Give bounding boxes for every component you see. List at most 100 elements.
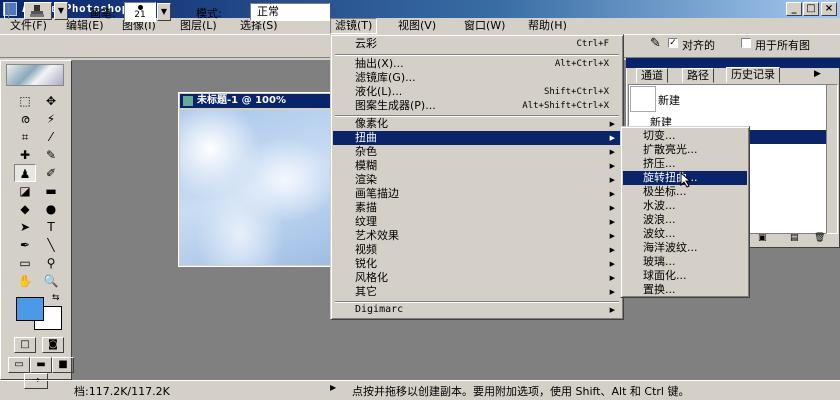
menu-item-video[interactable]: 视频 ▶ — [333, 243, 621, 257]
menu-item-blur[interactable]: 模糊 ▶ — [333, 159, 621, 173]
notes-icon[interactable]: ▭ — [14, 254, 36, 272]
submenu-item-spherize[interactable]: 球面化... — [623, 269, 747, 283]
menu-item-pattern-maker[interactable]: 图案生成器(P)... Alt+Shift+Ctrl+X — [333, 99, 621, 113]
brush-size: 21 — [134, 10, 146, 20]
submenu-item-displace[interactable]: 置换... — [623, 283, 747, 297]
menu-item-extract[interactable]: 抽出(X)... Alt+Ctrl+X — [333, 57, 621, 71]
foreground-swatch[interactable] — [16, 297, 44, 321]
brush-picker[interactable]: 21 — [124, 2, 156, 22]
submenu-item-pinch[interactable]: 挤压... — [623, 157, 747, 171]
mouse-cursor-icon — [680, 171, 692, 192]
tab-history[interactable]: 历史记录 — [726, 67, 780, 83]
menu-item-distort[interactable]: 扭曲 ▶ — [333, 131, 621, 145]
status-menu-arrow-icon[interactable]: ▶ — [330, 383, 336, 392]
new-snapshot-icon[interactable]: ▣ — [758, 233, 767, 243]
minimize-button[interactable]: _ — [786, 2, 802, 16]
pen-icon[interactable]: ✒ — [14, 236, 36, 254]
menu-item-label: 模糊 — [355, 159, 377, 172]
slice-icon[interactable]: ⁄ — [40, 128, 62, 146]
aligned-checkbox[interactable]: ✓ — [668, 38, 678, 48]
menu-item-sketch[interactable]: 素描 ▶ — [333, 201, 621, 215]
marquee-icon[interactable]: ⬚ — [14, 92, 36, 110]
distort-submenu: 切变... 扩散亮光... 挤压... 旋转扭曲... 极坐标... 水波...… — [620, 126, 750, 298]
menu-separator — [335, 54, 619, 56]
crop-icon[interactable]: ⌗ — [14, 128, 36, 146]
submenu-item-label: 扩散亮光... — [643, 143, 698, 156]
menu-view[interactable]: 视图(V) — [394, 18, 440, 34]
status-document-size[interactable]: 档:117.2K/117.2K — [74, 383, 170, 399]
menu-item-label: 艺术效果 — [355, 229, 399, 242]
trash-icon[interactable]: 🗑 — [814, 233, 825, 243]
submenu-item-ocean-ripple[interactable]: 海洋波纹... — [623, 241, 747, 255]
menu-item-texture[interactable]: 纹理 ▶ — [333, 215, 621, 229]
brush-dropdown[interactable]: ▼ — [157, 3, 171, 21]
brush-icon[interactable]: ✎ — [40, 146, 62, 164]
history-brush-icon[interactable]: ✐ — [40, 164, 62, 182]
options-grip[interactable] — [4, 3, 9, 19]
line-icon[interactable]: ╲ — [40, 236, 62, 254]
dodge-icon[interactable]: ● — [40, 200, 62, 218]
mode-select[interactable]: 正常 — [250, 3, 330, 21]
menu-item-shortcut: Ctrl+F — [576, 39, 609, 49]
menu-item-clouds[interactable]: 云彩 Ctrl+F — [333, 37, 621, 51]
menu-item-noise[interactable]: 杂色 ▶ — [333, 145, 621, 159]
menu-item-sharpen[interactable]: 锐化 ▶ — [333, 257, 621, 271]
gradient-icon[interactable]: ▬ — [40, 182, 62, 200]
submenu-item-shear[interactable]: 切变... — [623, 129, 747, 143]
submenu-item-zigzag[interactable]: 水波... — [623, 199, 747, 213]
blur-icon[interactable]: ◆ — [14, 200, 36, 218]
path-select-icon[interactable]: ➤ — [14, 218, 36, 236]
screen-mode-standard-icon[interactable]: ▭ — [8, 357, 30, 373]
type-icon[interactable]: T — [40, 218, 62, 236]
menu-item-liquify[interactable]: 液化(L)... Shift+Ctrl+X — [333, 85, 621, 99]
menu-item-label: 渲染 — [355, 173, 377, 186]
lasso-icon[interactable]: ര — [14, 110, 36, 128]
eraser-icon[interactable]: ◪ — [14, 182, 36, 200]
swap-colors-icon[interactable]: ⇆ — [52, 293, 60, 303]
menu-window[interactable]: 窗口(W) — [460, 18, 509, 34]
document-title-bar[interactable]: 未标题-1 @ 100% — [180, 94, 346, 108]
magic-wand-icon[interactable]: ⚡ — [40, 110, 62, 128]
menu-item-label: 杂色 — [355, 145, 377, 158]
hand-icon[interactable]: ✋ — [14, 272, 36, 290]
maximize-button[interactable]: □ — [803, 2, 819, 16]
quick-mask-icon[interactable]: ◙ — [42, 337, 64, 353]
menu-item-pixelate[interactable]: 像素化 ▶ — [333, 117, 621, 131]
move-icon[interactable]: ✥ — [40, 92, 62, 110]
panel-menu-icon[interactable]: ▶ — [814, 69, 821, 79]
close-button[interactable]: × — [821, 2, 837, 16]
healing-brush-icon[interactable]: ✚ — [14, 146, 36, 164]
all-layers-checkbox[interactable] — [741, 38, 751, 48]
menu-item-brush-strokes[interactable]: 画笔描边 ▶ — [333, 187, 621, 201]
screen-mode-full-icon[interactable]: ▬ — [30, 357, 52, 373]
menu-item-render[interactable]: 渲染 ▶ — [333, 173, 621, 187]
history-scrollbar[interactable] — [826, 84, 838, 234]
canvas-clouds[interactable] — [180, 110, 330, 265]
clone-stamp-tool-preset-icon[interactable] — [24, 2, 52, 20]
snapshot-thumbnail[interactable] — [630, 86, 656, 112]
submenu-arrow-icon: ▶ — [609, 176, 615, 184]
tab-channels[interactable]: 通道 — [636, 68, 668, 83]
menu-item-filter-gallery[interactable]: 滤镜库(G)... — [333, 71, 621, 85]
new-document-icon[interactable]: ▤ — [790, 233, 799, 243]
submenu-item-wave[interactable]: 波浪... — [623, 213, 747, 227]
status-hint: 点按并拖移以创建副本。要用附加选项，使用 Shift、Alt 和 Ctrl 键。 — [352, 385, 690, 398]
clone-stamp-icon[interactable]: ♟ — [14, 164, 36, 182]
menu-filter[interactable]: 滤镜(T) — [330, 18, 378, 34]
menu-item-digimarc[interactable]: Digimarc ▶ — [333, 303, 621, 317]
history-selected-row[interactable] — [750, 130, 828, 144]
zoom-icon[interactable]: 🔍 — [40, 272, 62, 290]
submenu-item-ripple[interactable]: 波纹... — [623, 227, 747, 241]
history-snapshot-label[interactable]: 新建 — [658, 92, 680, 108]
eyedropper-icon[interactable]: ⚲ — [40, 254, 62, 272]
menu-item-stylize[interactable]: 风格化 ▶ — [333, 271, 621, 285]
tool-preset-dropdown[interactable]: ▼ — [54, 2, 68, 20]
submenu-item-glass[interactable]: 玻璃... — [623, 255, 747, 269]
menu-help[interactable]: 帮助(H) — [524, 18, 571, 34]
standard-mode-icon[interactable]: □ — [14, 337, 36, 353]
tab-paths[interactable]: 路径 — [682, 68, 714, 83]
screen-mode-black-icon[interactable]: ■ — [52, 357, 74, 373]
menu-item-other[interactable]: 其它 ▶ — [333, 285, 621, 299]
submenu-item-diffuse-glow[interactable]: 扩散亮光... — [623, 143, 747, 157]
menu-item-artistic[interactable]: 艺术效果 ▶ — [333, 229, 621, 243]
